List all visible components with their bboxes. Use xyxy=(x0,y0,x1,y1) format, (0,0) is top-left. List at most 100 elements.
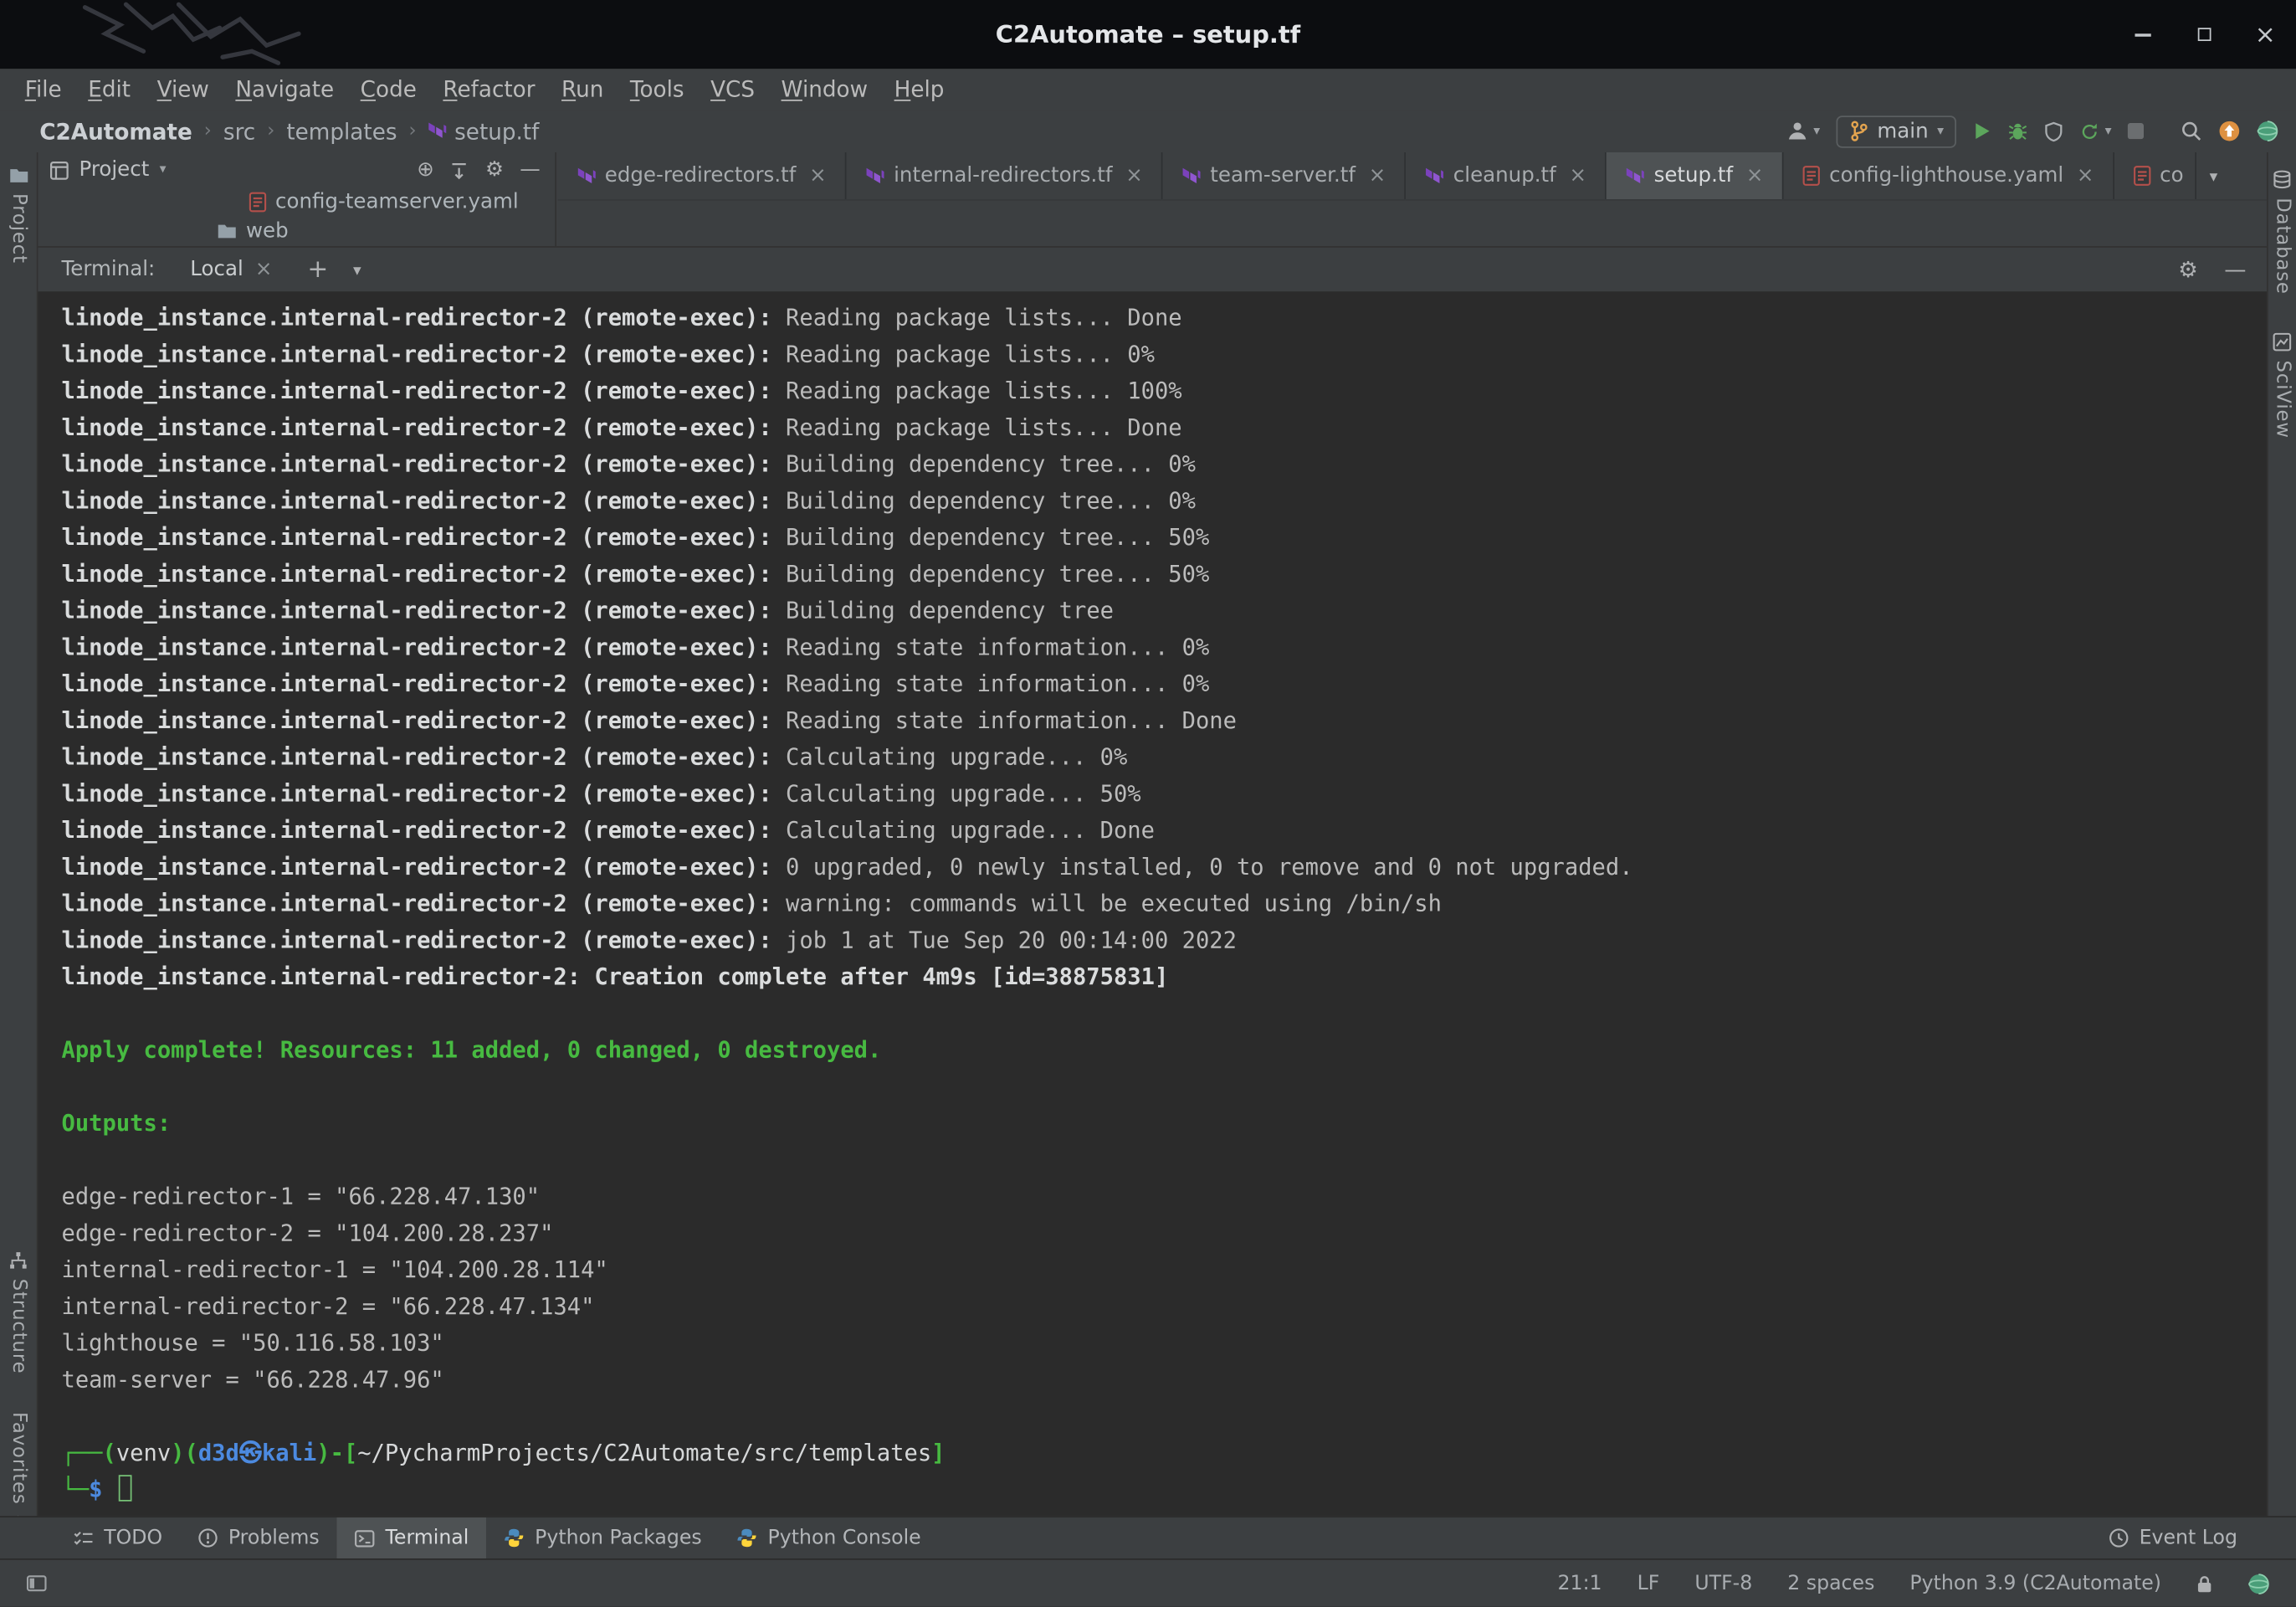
menu-window[interactable]: Window xyxy=(768,69,881,110)
tool-window-button-python-console[interactable]: Python Console xyxy=(720,1517,939,1558)
tab-label: team-server.tf xyxy=(1210,164,1356,187)
tool-window-button-terminal[interactable]: Terminal xyxy=(337,1517,487,1558)
project-settings-gear-icon[interactable]: ⚙ xyxy=(485,160,504,181)
breadcrumb-item-c2automate[interactable]: C2Automate xyxy=(39,118,192,145)
menu-tools[interactable]: Tools xyxy=(617,69,697,110)
tab-close-icon[interactable]: × xyxy=(1369,164,1386,187)
terminal-tab-local[interactable]: Local × xyxy=(190,258,272,281)
file-encoding[interactable]: UTF-8 xyxy=(1694,1572,1752,1595)
terraform-file-icon xyxy=(1426,167,1445,186)
stripe-label: SciView xyxy=(2271,361,2293,439)
tool-window-button-todo[interactable]: TODO xyxy=(56,1517,181,1558)
tool-window-stripe-project[interactable]: Project xyxy=(8,167,29,264)
terminal-line: linode_instance.internal-redirector-2 (r… xyxy=(62,630,2268,667)
tool-window-toggle-icon[interactable] xyxy=(27,1574,48,1592)
hidden-tabs-chevron-icon[interactable]: ▾ xyxy=(2210,167,2218,186)
menu-file[interactable]: File xyxy=(12,69,74,110)
search-icon xyxy=(2181,121,2202,142)
terminal-line: linode_instance.internal-redirector-2 (r… xyxy=(62,410,2268,447)
breadcrumb-separator: › xyxy=(267,121,274,142)
status-indicator-icon[interactable] xyxy=(2247,1573,2269,1594)
tool-window-button-python-packages[interactable]: Python Packages xyxy=(486,1517,719,1558)
project-dropdown-icon[interactable]: ▾ xyxy=(160,162,167,177)
terminal-sessions-dropdown-icon[interactable]: ▾ xyxy=(353,260,361,280)
editor-tab-config-lighthouse-yaml[interactable]: config-lighthouse.yaml× xyxy=(1784,152,2114,199)
line-separator[interactable]: LF xyxy=(1637,1572,1660,1595)
menu-refactor[interactable]: Refactor xyxy=(430,69,549,110)
debug-button[interactable] xyxy=(2008,121,2029,141)
editor-tab-co[interactable]: co xyxy=(2114,152,2196,199)
menu-code[interactable]: Code xyxy=(347,69,430,110)
indent-setting[interactable]: 2 spaces xyxy=(1787,1572,1874,1595)
maximize-button[interactable] xyxy=(2191,21,2217,48)
terminal-line: linode_instance.internal-redirector-2 (r… xyxy=(62,557,2268,593)
tool-window-button-label: Problems xyxy=(228,1527,320,1550)
tab-close-icon[interactable]: × xyxy=(1570,164,1587,187)
terraform-file-icon xyxy=(577,167,597,186)
ide-indicator-button[interactable] xyxy=(2257,121,2278,142)
structure-icon xyxy=(9,1250,28,1270)
breadcrumb-separator: › xyxy=(409,121,417,142)
run-icon xyxy=(1973,121,1992,141)
breadcrumb-item-templates[interactable]: templates xyxy=(286,118,397,145)
editor-tab-cleanup-tf[interactable]: cleanup.tf× xyxy=(1407,152,1607,199)
project-tree-item-config-teamserver-yaml[interactable]: config-teamserver.yaml xyxy=(38,187,556,217)
pycharm-window: C2Automate – setup.tf × FileEditViewNavi… xyxy=(0,0,2296,1607)
project-panel-title[interactable]: Project xyxy=(79,158,150,182)
menu-help[interactable]: Help xyxy=(881,69,957,110)
lock-icon[interactable] xyxy=(2196,1574,2212,1594)
event-log-button[interactable]: Event Log xyxy=(2109,1517,2296,1558)
tool-window-stripe-structure[interactable]: Structure xyxy=(8,1250,29,1373)
caret-position[interactable]: 21:1 xyxy=(1558,1572,1602,1595)
terminal-line: linode_instance.internal-redirector-2 (r… xyxy=(62,373,2268,410)
python-interpreter[interactable]: Python 3.9 (C2Automate) xyxy=(1909,1572,2161,1595)
new-terminal-session-button[interactable]: + xyxy=(307,255,328,285)
terminal-tab-close-icon[interactable]: × xyxy=(255,258,273,281)
tab-close-icon[interactable]: × xyxy=(809,164,827,187)
terminal-line: linode_instance.internal-redirector-2 (r… xyxy=(62,484,2268,521)
terminal-settings-gear-icon[interactable]: ⚙ xyxy=(2178,259,2198,280)
search-everywhere-button[interactable] xyxy=(2181,121,2202,142)
breadcrumb-item-src[interactable]: src xyxy=(223,118,255,145)
tool-window-stripe-database[interactable]: Database xyxy=(2271,170,2293,295)
tab-close-icon[interactable]: × xyxy=(1746,164,1764,187)
menu-view[interactable]: View xyxy=(144,69,223,110)
locate-file-icon[interactable]: ⊕ xyxy=(417,160,434,181)
run-button[interactable] xyxy=(1973,121,1992,141)
menu-navigate[interactable]: Navigate xyxy=(223,69,347,110)
user-menu[interactable]: ▾ xyxy=(1787,121,1820,142)
update-notification-button[interactable] xyxy=(2218,121,2240,142)
tab-close-icon[interactable]: × xyxy=(1125,164,1143,187)
menu-run[interactable]: Run xyxy=(548,69,617,110)
yaml-file-icon xyxy=(2134,166,2151,187)
editor-tab-team-server-tf[interactable]: team-server.tf × xyxy=(1163,152,1407,199)
editor-tab-edge-redirectors-tf[interactable]: edge-redirectors.tf× xyxy=(558,152,847,199)
git-branch-widget[interactable]: main▾ xyxy=(1836,115,1956,147)
terminal-minimize-icon[interactable]: — xyxy=(2224,259,2246,280)
stripe-label: Project xyxy=(8,193,29,264)
editor-tab-setup-tf[interactable]: setup.tf× xyxy=(1607,152,1784,199)
coverage-button[interactable] xyxy=(2045,121,2064,141)
rerun-button[interactable]: ▾ xyxy=(2080,121,2112,141)
terminal-cursor xyxy=(119,1475,132,1502)
breadcrumb-item-setup-tf[interactable]: setup.tf xyxy=(428,118,540,145)
menu-edit[interactable]: Edit xyxy=(74,69,143,110)
terminal-output[interactable]: linode_instance.internal-redirector-2 (r… xyxy=(38,291,2268,1508)
project-hide-icon[interactable]: — xyxy=(520,160,541,181)
project-tree-item-web[interactable]: web xyxy=(38,217,556,246)
tab-label: internal-redirectors.tf xyxy=(894,164,1112,187)
git-branch-name: main xyxy=(1877,120,1928,143)
close-button[interactable]: × xyxy=(2252,21,2279,48)
git-branch-icon xyxy=(1849,121,1868,142)
terminal-panel: Terminal: Local × + ▾ ⚙ — linode_instanc… xyxy=(38,246,2268,1516)
tool-window-button-problems[interactable]: Problems xyxy=(180,1517,337,1558)
menu-vcs[interactable]: VCS xyxy=(697,69,767,110)
stop-button[interactable] xyxy=(2128,123,2144,139)
minimize-button[interactable] xyxy=(2129,21,2156,48)
terraform-file-icon xyxy=(1626,167,1645,186)
tool-window-stripe-sciview[interactable]: SciView xyxy=(2271,332,2293,439)
terminal-line: linode_instance.internal-redirector-2 (r… xyxy=(62,886,2268,923)
collapse-all-icon[interactable] xyxy=(450,161,469,180)
editor-tab-internal-redirectors-tf[interactable]: internal-redirectors.tf × xyxy=(847,152,1163,199)
tab-close-icon[interactable]: × xyxy=(2077,164,2094,187)
